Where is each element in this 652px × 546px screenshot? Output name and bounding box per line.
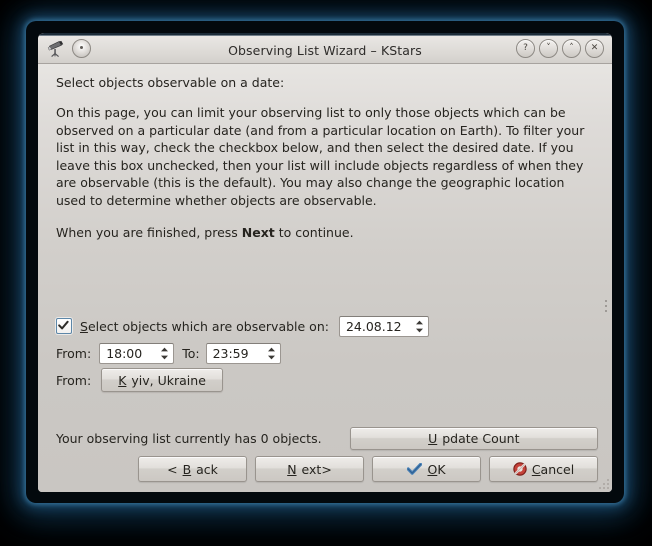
- cancel-label: ancel: [540, 461, 575, 477]
- next-accel: N: [287, 461, 297, 477]
- status-bar: Your observing list currently has 0 obje…: [56, 427, 598, 450]
- splitter-dot: [605, 310, 607, 312]
- spinner-arrows-icon[interactable]: [160, 347, 169, 360]
- instruction-suffix: to continue.: [274, 225, 354, 240]
- checkmark-icon: [407, 462, 423, 476]
- update-count-label: pdate Count: [442, 431, 520, 446]
- close-icon[interactable]: ✕: [585, 39, 604, 58]
- object-count-status: Your observing list currently has 0 obje…: [56, 431, 322, 446]
- location-name: yiv, Ukraine: [131, 372, 206, 388]
- observable-date-row: Select objects which are observable on: …: [56, 313, 433, 339]
- to-time-label: To:: [182, 345, 200, 361]
- ok-label: K: [437, 461, 446, 477]
- instruction-prefix: When you are finished, press: [56, 225, 242, 240]
- back-prefix: <: [167, 461, 178, 477]
- chevron-down-icon[interactable]: ˅: [539, 39, 558, 58]
- from-time-spinbox[interactable]: 18:00: [99, 342, 175, 364]
- spinner-arrows-icon[interactable]: [415, 320, 424, 333]
- from-location-label: From:: [56, 372, 92, 388]
- date-value: 24.08.12: [345, 318, 402, 334]
- panel-splitter-handle[interactable]: [605, 300, 607, 312]
- location-row: From: Kyiv, Ukraine: [56, 367, 433, 393]
- observable-filter-form: Select objects which are observable on: …: [56, 313, 433, 394]
- desktop-backdrop: Observing List Wizard – KStars ? ˅ ˄ ✕ S…: [0, 0, 652, 546]
- help-icon[interactable]: ?: [516, 39, 535, 58]
- to-time-value: 23:59: [212, 345, 249, 361]
- page-description: On this page, you can limit your observi…: [56, 105, 585, 208]
- instruction-next-keyword: Next: [241, 225, 275, 240]
- chevron-up-icon[interactable]: ˄: [562, 39, 581, 58]
- from-time-value: 18:00: [106, 345, 143, 361]
- update-count-button[interactable]: Update Count: [349, 427, 598, 450]
- wizard-page-content: Select objects observable on a date: On …: [56, 75, 598, 257]
- update-count-accel: U: [428, 431, 438, 446]
- back-label: ack: [196, 461, 218, 477]
- date-spinbox[interactable]: 24.08.12: [338, 315, 429, 337]
- cancel-button[interactable]: Cancel: [489, 456, 598, 482]
- back-accel: B: [182, 461, 192, 477]
- location-accel: K: [118, 372, 127, 388]
- next-label: ext>: [301, 461, 332, 477]
- ok-accel: O: [427, 461, 438, 477]
- window-menu-button[interactable]: [72, 39, 91, 58]
- splitter-dot: [605, 305, 607, 307]
- location-button[interactable]: Kyiv, Ukraine: [101, 368, 223, 392]
- prohibition-icon: [513, 462, 527, 476]
- window-titlebar[interactable]: Observing List Wizard – KStars ? ˅ ˄ ✕: [38, 33, 612, 64]
- observable-label-accel: S: [80, 318, 88, 334]
- from-time-label: From:: [56, 345, 92, 361]
- cancel-accel: C: [531, 461, 541, 477]
- telescope-icon: [46, 39, 66, 58]
- splitter-dot: [605, 300, 607, 302]
- observable-label-rest: elect objects which are observable on:: [87, 318, 329, 334]
- spinner-arrows-icon[interactable]: [267, 347, 276, 360]
- titlebar-left-controls: [38, 39, 91, 58]
- next-button[interactable]: Next>: [255, 456, 364, 482]
- time-range-row: From: 18:00 To: 23:59: [56, 340, 433, 366]
- resize-grip[interactable]: [598, 478, 609, 489]
- ok-button[interactable]: OK: [372, 456, 481, 482]
- observable-checkbox[interactable]: [56, 318, 72, 334]
- observable-checkbox-label[interactable]: Select objects which are observable on:: [80, 319, 329, 334]
- to-time-spinbox[interactable]: 23:59: [205, 342, 281, 364]
- window-body: Select objects observable on a date: On …: [38, 64, 612, 492]
- dialog-button-bar: < Back Next> OK Cancel: [138, 456, 598, 482]
- page-instruction: When you are finished, press Next to con…: [56, 224, 590, 242]
- observing-list-wizard-window: Observing List Wizard – KStars ? ˅ ˄ ✕ S…: [38, 33, 612, 492]
- page-heading: Select objects observable on a date:: [56, 75, 285, 90]
- titlebar-window-controls: ? ˅ ˄ ✕: [516, 39, 612, 58]
- back-button[interactable]: < Back: [138, 456, 247, 482]
- checkmark-icon: [58, 320, 69, 330]
